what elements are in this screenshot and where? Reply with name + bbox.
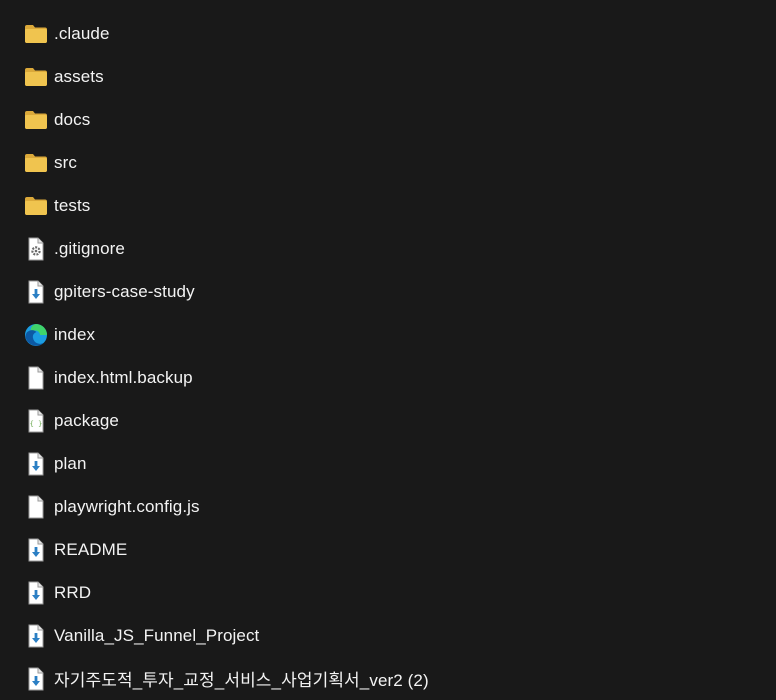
- markdown-file-icon: [24, 538, 48, 562]
- item-label: README: [54, 539, 128, 559]
- file-list: .claude assets docs src tests .gitignore: [0, 0, 776, 700]
- markdown-file-icon: [24, 624, 48, 648]
- item-label: playwright.config.js: [54, 496, 200, 516]
- item-label: index: [54, 324, 96, 344]
- list-item-tests-folder[interactable]: tests: [0, 184, 776, 227]
- list-item-index-html-backup[interactable]: index.html.backup: [0, 356, 776, 399]
- folder-icon: [24, 22, 48, 46]
- folder-icon: [24, 194, 48, 218]
- item-label: 자기주도적_투자_교정_서비스_사업기획서_ver2 (2): [54, 671, 429, 690]
- item-label: Vanilla_JS_Funnel_Project: [54, 625, 260, 645]
- settings-file-icon: [24, 237, 48, 261]
- list-item-vanilla-js-funnel-project[interactable]: Vanilla_JS_Funnel_Project: [0, 614, 776, 657]
- list-item-docs-folder[interactable]: docs: [0, 98, 776, 141]
- list-item-playwright-config[interactable]: playwright.config.js: [0, 485, 776, 528]
- list-item-business-plan-ver2[interactable]: 자기주도적_투자_교정_서비스_사업기획서_ver2 (2): [0, 657, 776, 700]
- item-label: package: [54, 410, 119, 430]
- blank-file-icon: [24, 495, 48, 519]
- item-label: tests: [54, 195, 91, 215]
- list-item-index[interactable]: index: [0, 313, 776, 356]
- json-file-icon: { }: [24, 409, 48, 433]
- folder-icon: [24, 151, 48, 175]
- list-item-assets-folder[interactable]: assets: [0, 55, 776, 98]
- folder-icon: [24, 65, 48, 89]
- blank-file-icon: [24, 366, 48, 390]
- item-label: .claude: [54, 23, 110, 43]
- list-item-plan[interactable]: plan: [0, 442, 776, 485]
- edge-browser-icon: [24, 323, 48, 347]
- svg-text:{ }: { }: [30, 420, 43, 428]
- markdown-file-icon: [24, 581, 48, 605]
- list-item-package[interactable]: { } package: [0, 399, 776, 442]
- item-label: assets: [54, 66, 104, 86]
- list-item-readme[interactable]: README: [0, 528, 776, 571]
- item-label: docs: [54, 109, 91, 129]
- item-label: plan: [54, 453, 87, 473]
- markdown-file-icon: [24, 667, 48, 691]
- item-label: index.html.backup: [54, 367, 193, 387]
- item-label: src: [54, 152, 77, 172]
- list-item-gpiters-case-study[interactable]: gpiters-case-study: [0, 270, 776, 313]
- list-item-gitignore[interactable]: .gitignore: [0, 227, 776, 270]
- item-label: RRD: [54, 582, 92, 602]
- list-item-claude-folder[interactable]: .claude: [0, 12, 776, 55]
- item-label: .gitignore: [54, 238, 125, 258]
- list-item-rrd[interactable]: RRD: [0, 571, 776, 614]
- markdown-file-icon: [24, 452, 48, 476]
- list-item-src-folder[interactable]: src: [0, 141, 776, 184]
- markdown-file-icon: [24, 280, 48, 304]
- folder-icon: [24, 108, 48, 132]
- item-label: gpiters-case-study: [54, 281, 195, 301]
